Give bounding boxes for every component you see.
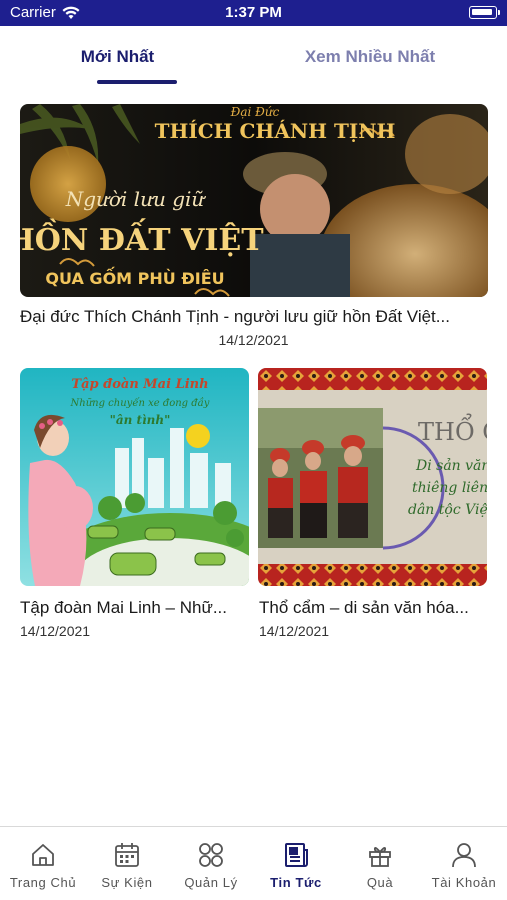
card-mai-linh-line2: Những chuyến xe đong đầy [70, 397, 210, 409]
nav-home-label: Trang Chủ [9, 875, 77, 890]
featured-honorific: Đại Đức [230, 105, 280, 119]
article-image-tho-cam[interactable]: THỔ C Di sản văn thiêng liên dân tộc Việ [258, 368, 487, 586]
nav-news-label: Tin Tức [270, 875, 322, 890]
article-title-tho-cam[interactable]: Thổ cẩm – di sản văn hóa... [259, 598, 487, 618]
active-tab-indicator [97, 80, 177, 84]
grid-circles-icon [199, 843, 223, 867]
article-date-mai-linh: 14/12/2021 [20, 623, 91, 639]
featured-article-image[interactable]: Đại Đức THÍCH CHÁNH TỊNH Người lưu giữ H… [20, 104, 488, 297]
article-date-tho-cam: 14/12/2021 [259, 623, 330, 639]
nav-manage-label: Quản Lý [184, 875, 238, 890]
nav-news[interactable]: Tin Tức [254, 827, 338, 900]
article-image-mai-linh[interactable]: Tập đoàn Mai Linh Những chuyến xe đong đ… [20, 368, 249, 586]
card-tho-cam-line3: dân tộc Việ [408, 502, 487, 518]
home-icon [32, 844, 54, 866]
featured-article-title[interactable]: Đại đức Thích Chánh Tịnh - người lưu giữ… [20, 307, 488, 327]
card-tho-cam-line2: thiêng liên [412, 480, 487, 496]
featured-article-date: 14/12/2021 [218, 332, 289, 348]
tab-latest[interactable]: Mới Nhất [20, 26, 215, 88]
card-mai-linh-line3: "ân tình" [110, 413, 171, 427]
nav-manage[interactable]: Quản Lý [169, 827, 253, 900]
featured-name: THÍCH CHÁNH TỊNH [155, 119, 396, 143]
status-time: 1:37 PM [225, 4, 282, 21]
card-tho-cam-heading: THỔ C [418, 412, 487, 446]
newspaper-icon [285, 843, 308, 867]
nav-account-label: Tài Khoản [431, 875, 497, 890]
card-mai-linh-line1: Tập đoàn Mai Linh [71, 377, 208, 392]
featured-line3: QUA GỐM PHÙ ĐIÊU [45, 267, 224, 288]
card-tho-cam-line1: Di sản văn [415, 457, 487, 474]
battery-icon [469, 6, 500, 19]
gift-icon [369, 847, 391, 867]
nav-gifts-label: Quà [366, 875, 394, 890]
nav-events-label: Sự Kiện [101, 875, 153, 890]
calendar-icon [115, 843, 139, 867]
news-tabs: Mới Nhất Xem Nhiều Nhất [0, 26, 507, 88]
featured-line1: Người lưu giữ [65, 187, 207, 211]
bottom-nav: Trang Chủ Sự Kiện Quản Lý Tin Tức Quà Tà… [0, 826, 507, 900]
nav-account[interactable]: Tài Khoản [422, 827, 506, 900]
user-icon [452, 843, 476, 868]
article-title-mai-linh[interactable]: Tập đoàn Mai Linh – Nhữ... [20, 598, 248, 618]
nav-gifts[interactable]: Quà [338, 827, 422, 900]
tab-most-viewed[interactable]: Xem Nhiều Nhất [270, 26, 470, 88]
featured-line2: HỒN ĐẤT VIỆT [20, 218, 264, 258]
nav-home[interactable]: Trang Chủ [1, 827, 85, 900]
nav-events[interactable]: Sự Kiện [85, 827, 169, 900]
status-bar: Carrier 1:37 PM [0, 0, 507, 26]
